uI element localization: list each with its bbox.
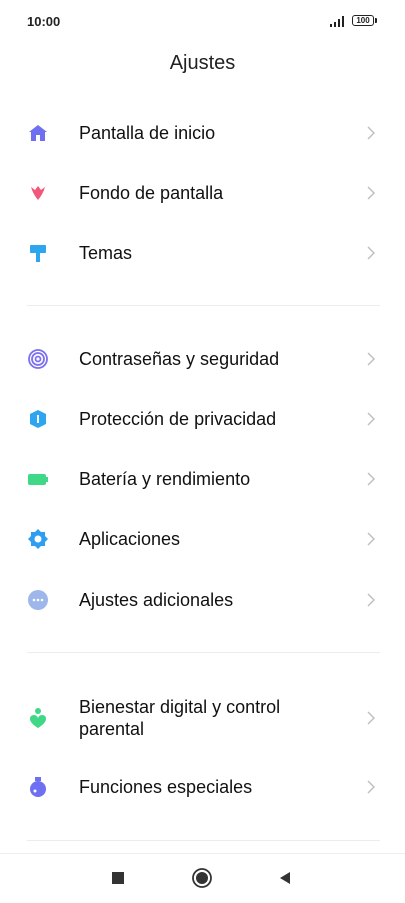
chevron-right-icon	[367, 593, 375, 607]
chevron-right-icon	[367, 711, 375, 725]
square-icon	[112, 872, 124, 884]
settings-item-label: Temas	[79, 243, 133, 263]
fingerprint-icon	[27, 348, 49, 370]
settings-item-label: Pantalla de inicio	[79, 123, 216, 143]
back-button[interactable]	[270, 863, 300, 893]
settings-item-label: Aplicaciones	[79, 529, 181, 549]
back-triangle-icon	[280, 872, 290, 884]
page-title: Ajustes	[169, 52, 236, 74]
settings-item-label: Protección de privacidad	[79, 409, 277, 429]
settings-item-bateria-y-rendimiento[interactable]: Batería y rendimiento	[0, 449, 405, 509]
settings-item-fondo-de-pantalla[interactable]: Fondo de pantalla	[0, 163, 405, 223]
battery-level: 100	[356, 16, 370, 25]
chevron-right-icon	[367, 126, 375, 140]
recents-button[interactable]	[103, 863, 133, 893]
chevron-right-icon	[367, 780, 375, 794]
settings-item-proteccion-de-privacidad[interactable]: Protección de privacidad	[0, 389, 405, 449]
section-divider	[27, 305, 380, 306]
more-dots-icon	[27, 589, 49, 611]
battery-tip	[375, 18, 377, 23]
chevron-right-icon	[367, 412, 375, 426]
section-divider	[27, 652, 380, 653]
settings-item-label: Bienestar digital y control parental	[79, 697, 281, 739]
privacy-shield-icon	[27, 408, 49, 430]
settings-item-contrasenas-y-seguridad[interactable]: Contraseñas y seguridad	[0, 329, 405, 389]
signal-icon	[330, 16, 344, 27]
chevron-right-icon	[367, 246, 375, 260]
navigation-bar	[0, 853, 405, 903]
settings-item-label: Batería y rendimiento	[79, 469, 251, 489]
settings-item-funciones-especiales[interactable]: Funciones especiales	[0, 757, 405, 817]
settings-item-label: Funciones especiales	[79, 777, 253, 797]
settings-item-label: Contraseñas y seguridad	[79, 349, 280, 369]
gear-icon	[27, 528, 49, 550]
special-features-icon	[27, 776, 49, 798]
settings-item-label: Fondo de pantalla	[79, 183, 224, 203]
paint-roller-icon	[27, 242, 49, 264]
status-bar: 10:00 100	[0, 0, 405, 40]
circle-home-icon	[192, 868, 212, 888]
settings-item-ajustes-adicionales[interactable]: Ajustes adicionales	[0, 570, 405, 630]
home-icon	[27, 122, 49, 144]
settings-item-bienestar-digital[interactable]: Bienestar digital y control parental	[0, 686, 405, 750]
tulip-icon	[27, 182, 49, 204]
section-divider	[27, 840, 380, 841]
chevron-right-icon	[367, 532, 375, 546]
settings-item-pantalla-de-inicio[interactable]: Pantalla de inicio	[0, 103, 405, 163]
settings-item-temas[interactable]: Temas	[0, 223, 405, 283]
settings-item-label: Ajustes adicionales	[79, 590, 234, 610]
chevron-right-icon	[367, 352, 375, 366]
chevron-right-icon	[367, 186, 375, 200]
home-button[interactable]	[187, 863, 217, 893]
battery-indicator: 100	[352, 15, 374, 26]
battery-icon	[27, 468, 49, 490]
wellbeing-icon	[27, 707, 49, 729]
settings-item-aplicaciones[interactable]: Aplicaciones	[0, 509, 405, 569]
status-time: 10:00	[27, 14, 61, 29]
chevron-right-icon	[367, 472, 375, 486]
